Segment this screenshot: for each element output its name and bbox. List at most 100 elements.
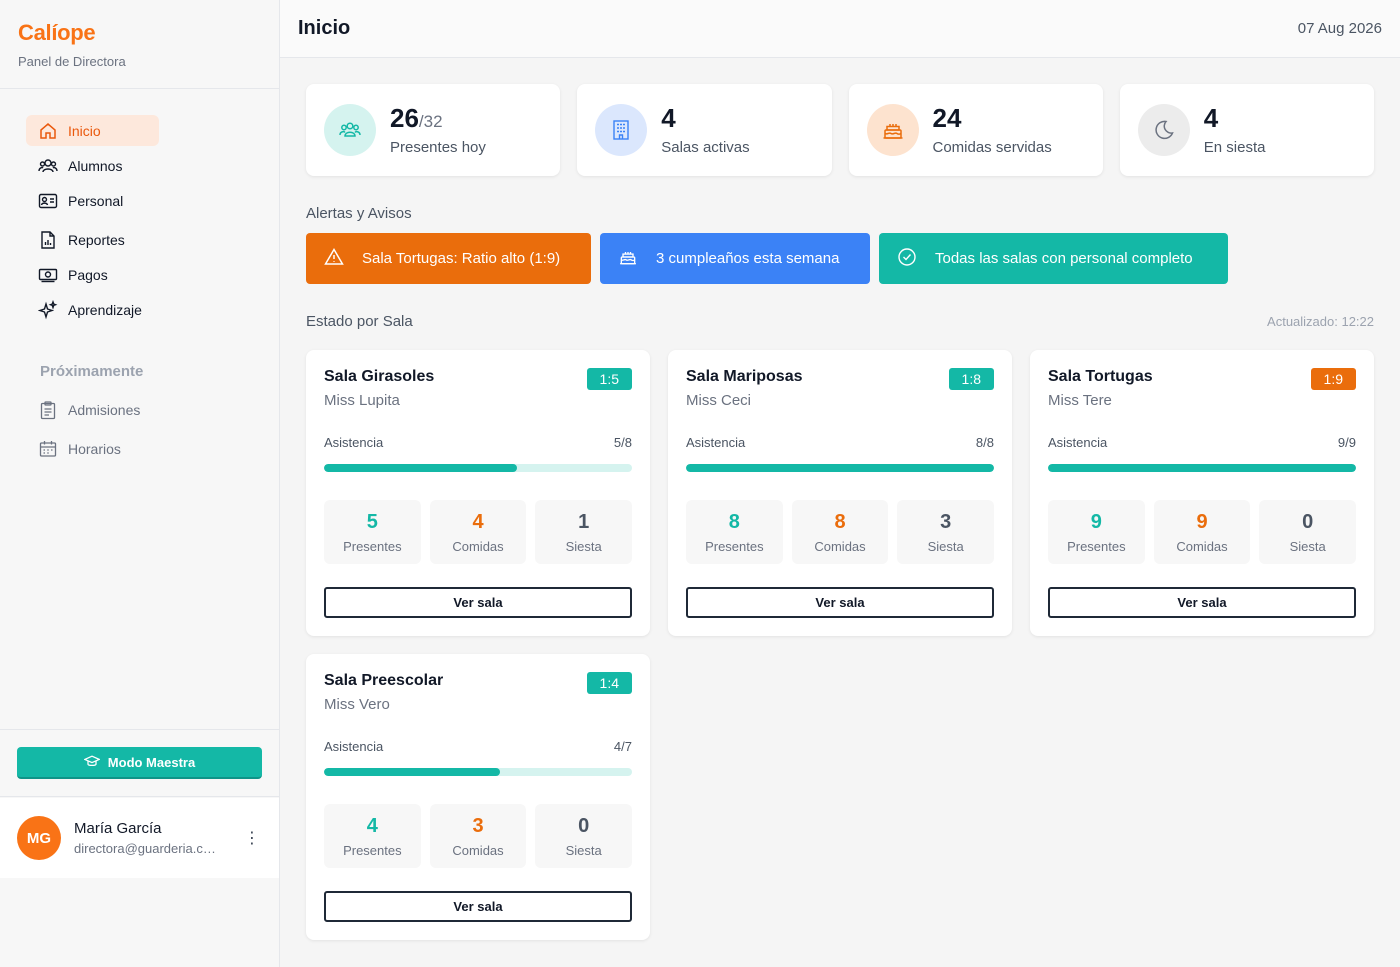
ratio-badge: 1:8	[948, 368, 994, 390]
nav-item-label: Admisiones	[68, 401, 141, 418]
view-room-button[interactable]: Ver sala	[686, 587, 994, 618]
view-room-button[interactable]: Ver sala	[1048, 587, 1356, 618]
count-value: 9	[1090, 510, 1102, 533]
nav-item-admisiones[interactable]: Admisiones	[26, 394, 159, 425]
stat-label: En siesta	[1203, 138, 1266, 156]
meals-count: 9 Comidas	[1153, 500, 1251, 564]
alert-birthdays[interactable]: 3 cumpleaños esta semana	[600, 233, 870, 284]
attendance-bar	[324, 768, 632, 776]
room-teacher: Miss Vero	[324, 696, 390, 713]
room-name: Sala Girasoles	[324, 368, 435, 385]
attendance-bar	[1048, 464, 1356, 472]
count-label: Comidas	[452, 538, 504, 554]
nap-count: 0 Siesta	[535, 804, 633, 868]
attendance-label: Asistencia	[324, 435, 384, 450]
user-profile: MG María García directora@guarderia.com …	[0, 798, 279, 878]
nav-item-aprendizaje[interactable]: Aprendizaje	[26, 294, 159, 325]
stat-value: 26/32	[390, 105, 486, 131]
teacher-mode-button[interactable]: Modo Maestra	[17, 747, 262, 779]
alert-text: 3 cumpleaños esta semana	[656, 250, 840, 267]
count-value: 3	[940, 510, 952, 533]
count-label: Presentes	[1067, 538, 1126, 554]
attendance-bar-fill	[324, 768, 500, 776]
stat-number: 4	[661, 102, 676, 133]
stat-card-nap: 4 En siesta	[1119, 84, 1374, 176]
stat-value: 24	[933, 105, 1052, 131]
view-room-button[interactable]: Ver sala	[324, 587, 632, 618]
ratio-badge: 1:9	[1310, 368, 1356, 390]
attendance-bar	[324, 464, 632, 472]
present-count: 8 Presentes	[686, 500, 783, 564]
count-label: Comidas	[814, 538, 866, 554]
cake-icon	[866, 104, 919, 156]
alert-ratio[interactable]: Sala Tortugas: Ratio alto (1:9)	[306, 233, 591, 284]
room-card-tortugas: Sala Tortugas Miss Tere 1:9 Asistencia 9/…	[1030, 350, 1374, 636]
count-value: 3	[472, 814, 484, 837]
alert-text: Sala Tortugas: Ratio alto (1:9)	[362, 250, 561, 267]
clipboard-icon	[38, 400, 58, 420]
view-room-button[interactable]: Ver sala	[324, 891, 632, 922]
room-card-mariposas: Sala Mariposas Miss Ceci 1:8 Asistencia 8…	[668, 350, 1012, 636]
count-label: Presentes	[343, 842, 402, 858]
nav-item-inicio[interactable]: Inicio	[26, 115, 159, 146]
count-label: Comidas	[1176, 538, 1228, 554]
rooms-heading: Estado por Sala	[306, 313, 413, 330]
count-value: 8	[834, 510, 846, 533]
count-value: 9	[1196, 510, 1208, 533]
brand-subtitle: Panel de Directora	[18, 54, 126, 69]
nap-count: 1 Siesta	[535, 500, 633, 564]
room-card-preescolar: Sala Preescolar Miss Vero 1:4 Asistencia…	[306, 654, 650, 940]
nav-item-label: Personal	[68, 192, 124, 209]
count-value: 5	[366, 510, 378, 533]
alerts-row: Sala Tortugas: Ratio alto (1:9) 3 cumple…	[306, 233, 1228, 284]
count-label: Siesta	[1289, 538, 1326, 554]
users-icon	[38, 156, 58, 176]
alert-text: Todas las salas con personal completo	[935, 250, 1193, 267]
avatar[interactable]: MG	[17, 816, 61, 860]
nav-item-label: Horarios	[68, 440, 121, 457]
count-value: 1	[578, 510, 590, 533]
more-options-icon[interactable]: ⋮	[242, 828, 262, 848]
moon-icon	[1137, 104, 1190, 156]
alerts-heading: Alertas y Avisos	[306, 205, 412, 222]
main-nav: Inicio Alumnos Personal Reportes Pagos A…	[0, 89, 279, 464]
brand: Calíope Panel de Directora	[0, 0, 279, 89]
nav-item-personal[interactable]: Personal	[26, 185, 159, 216]
present-count: 5 Presentes	[324, 500, 421, 564]
teacher-mode-area: Modo Maestra	[0, 729, 279, 797]
meals-count: 3 Comidas	[429, 804, 527, 868]
attendance-bar	[686, 464, 994, 472]
present-count: 9 Presentes	[1048, 500, 1145, 564]
teacher-mode-label: Modo Maestra	[107, 754, 196, 770]
nap-count: 0 Siesta	[1259, 500, 1357, 564]
nav-item-horarios[interactable]: Horarios	[26, 433, 159, 464]
attendance-label: Asistencia	[324, 739, 384, 754]
nav-item-reportes[interactable]: Reportes	[26, 224, 159, 255]
id-card-icon	[38, 191, 58, 211]
building-icon	[595, 104, 648, 156]
room-teacher: Miss Tere	[1048, 392, 1112, 409]
count-label: Siesta	[565, 538, 602, 554]
ratio-badge: 1:4	[586, 672, 632, 694]
nav-item-label: Alumnos	[68, 157, 123, 174]
stat-value: 4	[661, 105, 749, 131]
count-value: 4	[472, 510, 484, 533]
coming-soon-heading: Próximamente	[40, 363, 144, 380]
count-label: Presentes	[705, 538, 764, 554]
cake-icon	[618, 247, 638, 271]
attendance-label: Asistencia	[686, 435, 746, 450]
home-icon	[38, 121, 58, 141]
user-email: directora@guarderia.com	[74, 841, 219, 856]
count-label: Comidas	[452, 842, 504, 858]
nav-item-pagos[interactable]: Pagos	[26, 259, 159, 290]
attendance-bar-fill	[686, 464, 994, 472]
nap-count: 3 Siesta	[897, 500, 995, 564]
nav-item-alumnos[interactable]: Alumnos	[26, 150, 159, 181]
count-value: 8	[728, 510, 740, 533]
sparkles-icon	[38, 299, 58, 320]
stat-card-present: 26/32 Presentes hoy	[306, 84, 561, 176]
money-icon	[38, 265, 58, 285]
attendance-bar-fill	[1048, 464, 1356, 472]
brand-logo-text[interactable]: Calíope	[18, 20, 261, 46]
alert-staff[interactable]: Todas las salas con personal completo	[879, 233, 1228, 284]
